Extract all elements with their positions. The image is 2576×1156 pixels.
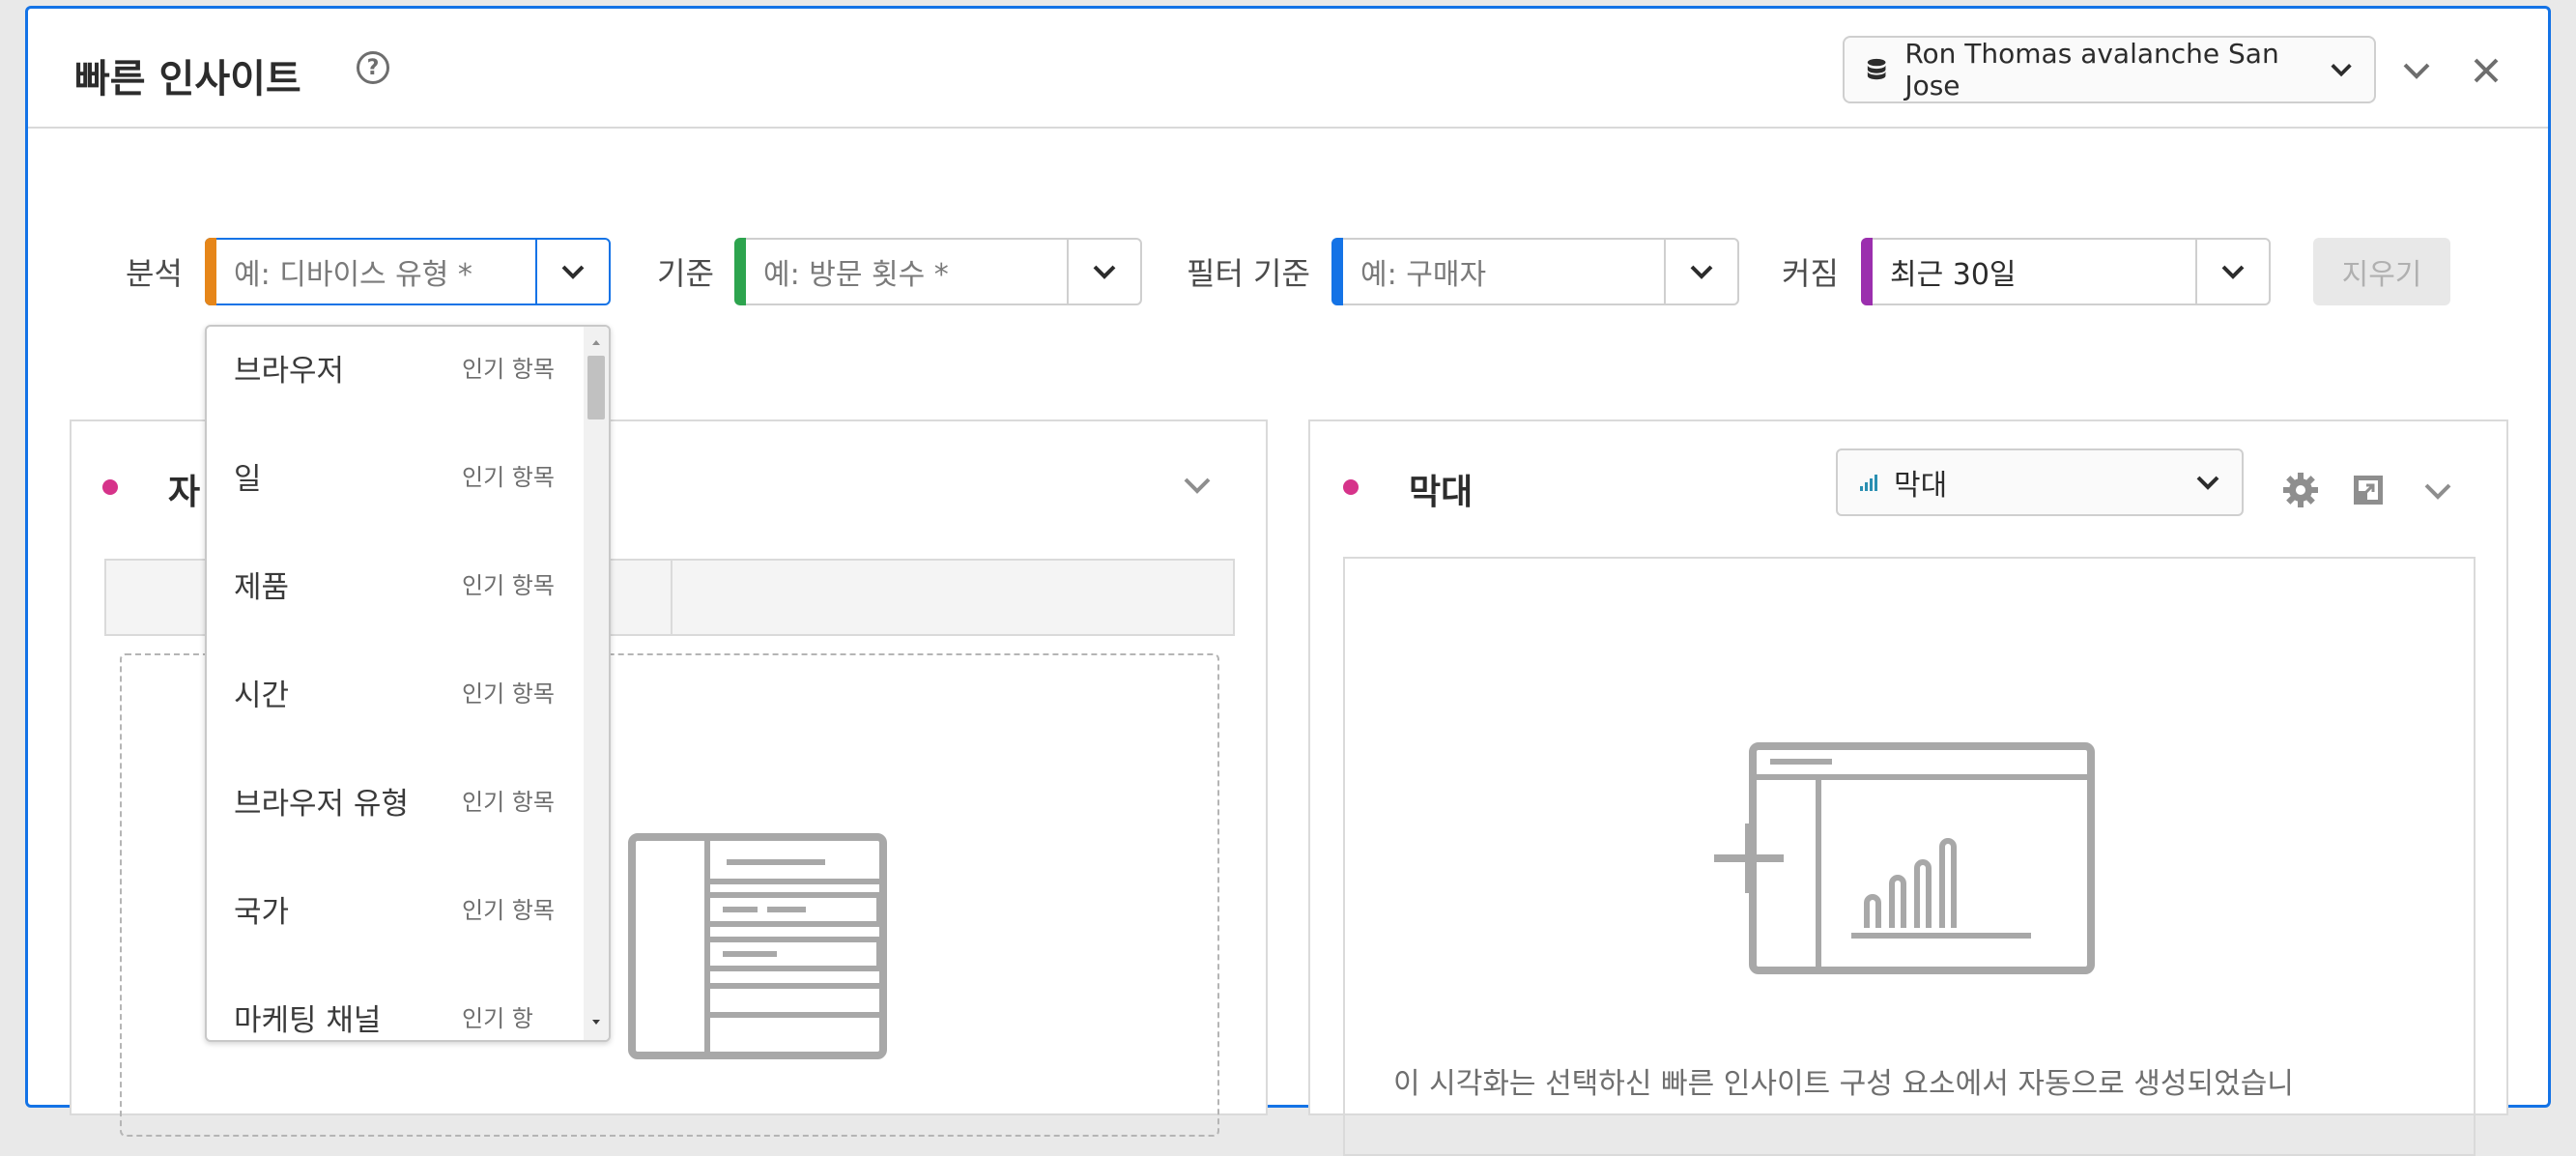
visualization-message: 이 시각화는 선택하신 빠른 인사이트 구성 요소에서 자동으로 생성되었습니 [1393, 1067, 2294, 1101]
chevron-down-icon [2196, 476, 2219, 490]
analyze-label: 분석 [126, 255, 183, 292]
database-icon [1867, 58, 1886, 80]
list-item[interactable]: 브라우저 인기 항목 [207, 327, 584, 435]
over-combobox[interactable]: 최근 30일 [1861, 238, 2271, 305]
status-dot [1343, 479, 1359, 495]
list-item-name: 마케팅 채널 [234, 1003, 382, 1038]
list-item[interactable]: 시간 인기 항목 [207, 651, 584, 760]
by-color-bar [734, 238, 746, 305]
list-item-name: 브라우저 [234, 354, 345, 389]
list-item[interactable]: 브라우저 유형 인기 항목 [207, 760, 584, 868]
over-label: 커짐 [1782, 255, 1839, 292]
list-item[interactable]: 일 인기 항목 [207, 435, 584, 543]
analyze-input[interactable]: 예: 디바이스 유형 * [207, 250, 535, 293]
list-item-name: 일 [234, 462, 262, 497]
list-item-name: 국가 [234, 895, 290, 930]
chevron-down-icon [561, 265, 585, 279]
by-combobox[interactable]: 예: 방문 횟수 * [734, 238, 1142, 305]
bar-chart-icon [1860, 475, 1877, 491]
chevron-down-icon [2403, 63, 2430, 79]
visualization-type-select[interactable]: 막대 [1836, 448, 2244, 516]
gear-icon [2283, 473, 2318, 507]
by-input[interactable]: 예: 방문 횟수 * [736, 250, 1067, 293]
chevron-down-icon [1184, 477, 1211, 494]
list-item[interactable]: 제품 인기 항목 [207, 543, 584, 651]
left-card-collapse-button[interactable] [1183, 476, 1212, 499]
list-item-name: 시간 [234, 679, 290, 713]
over-dropdown-button[interactable] [2195, 240, 2269, 303]
chevron-down-icon [1690, 265, 1713, 279]
list-item-tag: 인기 항목 [462, 789, 555, 816]
filter-by-label: 필터 기준 [1187, 255, 1310, 292]
by-dropdown-button[interactable] [1067, 240, 1140, 303]
report-suite-name: Ron Thomas avalanche San Jose [1904, 38, 2279, 101]
chevron-down-icon [1093, 265, 1116, 279]
close-icon [2474, 58, 2499, 83]
chevron-down-icon [2221, 265, 2245, 279]
list-item-tag: 인기 항목 [462, 464, 555, 491]
right-card-collapse-button[interactable] [2423, 481, 2452, 505]
analyze-combobox[interactable]: 예: 디바이스 유형 * [205, 238, 611, 305]
list-item[interactable]: 마케팅 채널 인기 항 [207, 976, 584, 1040]
list-item-name: 제품 [234, 570, 290, 605]
by-label: 기준 [657, 255, 714, 292]
list-item-tag: 인기 항목 [462, 897, 555, 924]
list-item-tag: 인기 항목 [462, 680, 555, 708]
analyze-color-bar [205, 238, 216, 305]
status-dot [102, 479, 118, 495]
list-item-tag: 인기 항목 [462, 572, 555, 599]
filter-by-color-bar [1331, 238, 1343, 305]
settings-button[interactable] [2282, 472, 2319, 512]
over-value[interactable]: 최근 30일 [1863, 250, 2195, 293]
column-divider [671, 561, 673, 634]
visualization-type-value: 막대 [1894, 469, 1948, 503]
over-color-bar [1861, 238, 1873, 305]
list-item-name: 브라우저 유형 [234, 787, 409, 822]
collapse-panel-button[interactable] [2397, 51, 2436, 90]
chevron-down-icon [2331, 64, 2352, 77]
maximize-icon [2354, 476, 2383, 505]
chevron-down-icon [2424, 483, 2451, 500]
help-circle-icon[interactable]: ? [357, 51, 389, 84]
scroll-down-arrow-icon[interactable] [591, 1019, 601, 1026]
right-visualization-card: 막대 이 시각화는 선택하신 빠른 인사이트 구성 요소에서 자동으로 생성되었… [1308, 419, 2508, 1156]
analyze-dropdown-button[interactable] [535, 240, 609, 303]
bar-chart-illustration-icon [1714, 742, 2095, 974]
dropdown-scrollbar[interactable] [584, 327, 609, 1040]
report-suite-selector[interactable]: Ron Thomas avalanche San Jose [1843, 36, 2376, 103]
maximize-button[interactable] [2352, 474, 2385, 510]
filter-by-combobox[interactable]: 예: 구매자 [1331, 238, 1739, 305]
panel-title: 빠른 인사이트 [74, 57, 301, 101]
panel-header: 빠른 인사이트 ? Ron Thomas avalanche San Jose [28, 9, 2548, 129]
list-item[interactable]: 국가 인기 항목 [207, 868, 584, 976]
scroll-up-arrow-icon[interactable] [591, 338, 601, 346]
scrollbar-thumb[interactable] [587, 356, 605, 419]
filter-by-input[interactable]: 예: 구매자 [1333, 250, 1664, 293]
filter-by-dropdown-button[interactable] [1664, 240, 1737, 303]
analyze-dropdown-list: 브라우저 인기 항목 일 인기 항목 제품 인기 항목 시간 인기 항목 브라우… [205, 325, 611, 1042]
clear-button[interactable]: 지우기 [2313, 238, 2450, 305]
left-card-title: 자 [168, 473, 201, 512]
list-item-tag: 인기 항목 [462, 356, 555, 383]
right-card-title: 막대 [1409, 473, 1474, 512]
freeform-table-illustration-icon [628, 833, 887, 1059]
list-item-tag: 인기 항 [462, 1005, 533, 1032]
close-panel-button[interactable] [2467, 51, 2505, 90]
